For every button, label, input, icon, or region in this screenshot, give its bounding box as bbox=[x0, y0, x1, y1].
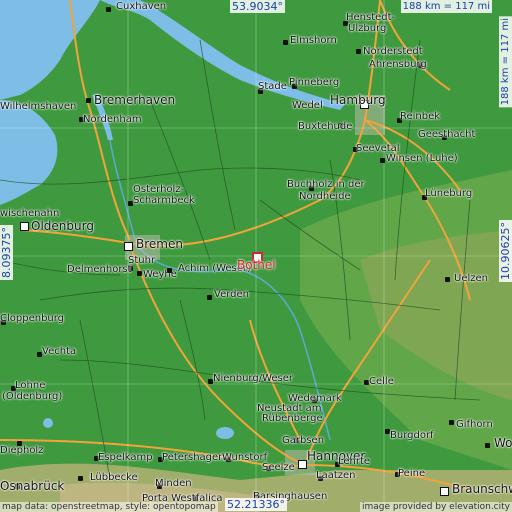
map-attribution: map data: openstreetmap, style: opentopo… bbox=[0, 502, 218, 512]
city-dot bbox=[20, 222, 29, 231]
place-label: Vechta bbox=[42, 346, 77, 357]
city-dot bbox=[207, 295, 212, 300]
city-dot bbox=[106, 7, 111, 12]
place-label: Lübbecke bbox=[90, 472, 138, 483]
place-label: Reinbek bbox=[400, 111, 441, 122]
place-label: Buxtehude bbox=[298, 121, 353, 132]
place-label: Norderstedt bbox=[363, 46, 423, 57]
place-label: Pinneberg bbox=[289, 77, 340, 88]
city-dot bbox=[298, 460, 307, 469]
place-label: Bremen bbox=[136, 237, 183, 251]
place-label: Laatzen bbox=[316, 470, 356, 481]
place-label: Osnabrück bbox=[0, 479, 65, 493]
place-label: Lüneburg bbox=[425, 188, 473, 199]
city-dot bbox=[356, 49, 361, 54]
place-label: Ulzburg bbox=[348, 23, 387, 34]
place-label: Stuhr bbox=[128, 255, 156, 266]
place-label: Peine bbox=[398, 468, 426, 479]
place-label: Gifhorn bbox=[456, 419, 493, 430]
place-label: Delmenhorst bbox=[67, 264, 132, 275]
place-label: Nordenham bbox=[83, 114, 142, 125]
city-dot bbox=[78, 476, 83, 481]
image-credit: image provided by elevation.city bbox=[360, 502, 512, 512]
place-label: Petershagen bbox=[162, 452, 225, 463]
place-label: Cuxhaven bbox=[116, 1, 167, 12]
place-label: Wo bbox=[494, 436, 512, 450]
place-label: Scharmbeck bbox=[133, 195, 195, 206]
city-dot bbox=[440, 487, 449, 496]
place-label: Bremerhaven bbox=[94, 93, 176, 107]
place-label: Buchholz in der bbox=[287, 179, 365, 190]
scale-label-right: 188 km = 117 mi bbox=[499, 16, 512, 108]
place-label: Wilhelmshaven bbox=[0, 101, 77, 112]
place-label: wischenahn bbox=[0, 208, 60, 219]
place-label: Geesthacht bbox=[418, 129, 476, 140]
place-label: Osterholz- bbox=[133, 184, 185, 195]
place-label: Nordheide bbox=[299, 191, 351, 202]
city-dot bbox=[283, 40, 288, 45]
place-label: Lohne bbox=[15, 380, 46, 391]
place-label: Ahrensburg bbox=[369, 59, 427, 70]
place-label: Henstedt- bbox=[346, 12, 396, 23]
city-dot bbox=[86, 98, 91, 103]
place-label: Garbsen bbox=[282, 435, 325, 446]
place-label: Rübenberge bbox=[262, 413, 323, 424]
city-dot bbox=[380, 158, 385, 163]
place-label: Winsen (Luhe) bbox=[386, 153, 458, 164]
city-dot bbox=[449, 420, 454, 425]
place-label: Wedel bbox=[292, 100, 323, 111]
place-label: Cloppenburg bbox=[0, 313, 65, 324]
city-dot bbox=[167, 268, 172, 273]
latitude-bottom-label: 52.21336° bbox=[225, 498, 287, 511]
place-label: Hamburg bbox=[330, 93, 386, 107]
city-dot bbox=[445, 277, 450, 282]
place-label: Verden bbox=[214, 289, 249, 300]
place-label: Nienburg/Weser bbox=[213, 373, 294, 384]
place-label: Uelzen bbox=[454, 273, 488, 284]
city-dot bbox=[137, 271, 142, 276]
topographic-map[interactable]: Cuxhaven Henstedt- Ulzburg Elmshorn Nord… bbox=[0, 0, 512, 512]
latitude-top-label: 53.9034° bbox=[230, 0, 285, 13]
place-label: Diepholz bbox=[0, 445, 44, 456]
place-label: Lehrte bbox=[338, 456, 371, 467]
longitude-right-label: 10.90625° bbox=[499, 220, 512, 282]
city-dot bbox=[124, 242, 133, 251]
place-label: Espelkamp bbox=[98, 452, 153, 463]
place-label: Burgdorf bbox=[390, 430, 434, 441]
place-label: Celle bbox=[369, 376, 394, 387]
scale-label-top: 188 km = 117 mi bbox=[400, 0, 492, 13]
place-label: Seelze bbox=[262, 462, 295, 473]
place-label: Braunschw bbox=[452, 482, 512, 496]
place-label: Elmshorn bbox=[290, 35, 337, 46]
place-label: Oldenburg bbox=[31, 219, 94, 233]
city-dot bbox=[485, 443, 490, 448]
place-label: Wunstorf bbox=[222, 452, 268, 463]
longitude-left-label: 8.09375° bbox=[0, 225, 13, 280]
location-label: Bothel bbox=[237, 258, 276, 272]
place-label: (Oldenburg) bbox=[2, 391, 63, 402]
place-label: Minden bbox=[155, 478, 192, 489]
place-label: Stade bbox=[258, 81, 287, 92]
